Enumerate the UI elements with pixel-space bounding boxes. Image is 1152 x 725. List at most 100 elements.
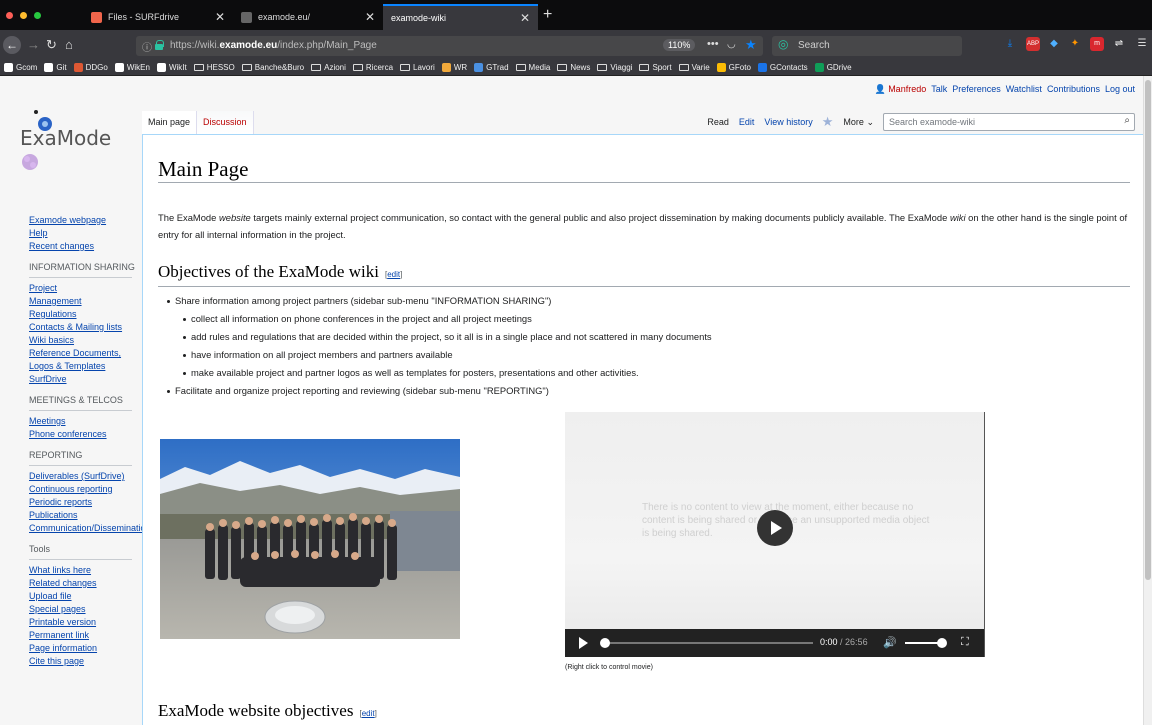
sidebar-item[interactable]: Upload file [0, 590, 140, 603]
progress-track[interactable] [603, 642, 813, 644]
pocket-icon[interactable]: ◡ [727, 39, 736, 50]
reload-button[interactable]: ↻ [46, 30, 57, 60]
scrollbar-thumb[interactable] [1145, 80, 1151, 580]
sidebar-item[interactable]: Deliverables (SurfDrive) [0, 470, 140, 483]
bookmark-lavori[interactable]: Lavori [400, 63, 435, 72]
fullscreen-icon[interactable]: ⛶ [961, 636, 969, 649]
preferences-link[interactable]: Preferences [952, 84, 1001, 95]
sidebar-item[interactable]: Recent changes [0, 240, 140, 253]
search-icon[interactable]: ⌕ [1124, 115, 1130, 126]
sidebar-item[interactable]: Communication/Dissemination [0, 522, 151, 535]
bookmark-gcom[interactable]: Gcom [4, 63, 37, 72]
watch-star-icon[interactable]: ★ [818, 114, 838, 130]
sidebar-item[interactable]: SurfDrive [0, 373, 140, 386]
sidebar-item[interactable]: Printable version [0, 616, 140, 629]
video-player[interactable]: There is no content to view at the momen… [565, 412, 985, 657]
sidebar-item[interactable]: Management [0, 295, 140, 308]
bookmark-viaggi[interactable]: Viaggi [597, 63, 632, 72]
examode-logo[interactable]: ExaMode [8, 104, 132, 174]
forward-button[interactable]: → [27, 30, 40, 60]
progress-handle[interactable] [600, 638, 610, 648]
bookmark-azioni[interactable]: Azioni [311, 63, 346, 72]
tab-main-page[interactable]: Main page [142, 111, 198, 134]
sidebar-item[interactable]: Page information [0, 642, 140, 655]
tab-discussion[interactable]: Discussion [197, 111, 254, 134]
sidebar-item[interactable]: Help [0, 227, 140, 240]
sidebar-item[interactable]: Examode webpage [0, 214, 140, 227]
close-tab-icon[interactable]: ✕ [215, 10, 225, 24]
close-window-button[interactable] [6, 12, 13, 19]
sidebar-item[interactable]: Related changes [0, 577, 140, 590]
page-scrollbar[interactable] [1143, 76, 1152, 725]
browser-search-bar[interactable]: ◎ Search [772, 36, 962, 56]
watchlist-link[interactable]: Watchlist [1006, 84, 1042, 95]
tab-view-history[interactable]: View history [759, 117, 817, 127]
bookmark-gdrive[interactable]: GDrive [814, 63, 852, 72]
page-actions-icon[interactable]: ••• [707, 38, 719, 50]
close-tab-icon[interactable]: ✕ [520, 11, 530, 25]
privacy-badger-icon[interactable]: ◆ [1047, 37, 1061, 51]
bookmark-sport[interactable]: Sport [639, 63, 672, 72]
browser-tab-examode-wiki[interactable]: examode-wiki ✕ [383, 4, 538, 30]
sidebar-item[interactable]: Cite this page [0, 655, 140, 668]
play-button[interactable] [579, 637, 588, 649]
sidebar-item[interactable]: What links here [0, 564, 140, 577]
bookmark-gtrad[interactable]: GTrad [474, 63, 509, 72]
minimize-window-button[interactable] [20, 12, 27, 19]
sidebar-item[interactable]: Permanent link [0, 629, 140, 642]
contributions-link[interactable]: Contributions [1047, 84, 1100, 95]
sidebar-item[interactable]: Phone conferences [0, 428, 140, 441]
bookmark-gcontacts[interactable]: GContacts [757, 63, 808, 72]
bookmark-ricerca[interactable]: Ricerca [352, 63, 393, 72]
downloads-icon[interactable]: ⤓ [1003, 37, 1017, 51]
bookmark-git[interactable]: Git [44, 63, 67, 72]
bookmark-ddgo[interactable]: DDGo [73, 63, 108, 72]
group-photo[interactable] [160, 439, 460, 639]
sidebar-item[interactable]: Publications [0, 509, 140, 522]
bookmark-gfoto[interactable]: GFoto [716, 63, 751, 72]
maximize-window-button[interactable] [34, 12, 41, 19]
bookmark-wiken[interactable]: WikEn [114, 63, 150, 72]
bookmark-varie[interactable]: Varie [678, 63, 710, 72]
menu-hamburger-icon[interactable]: ☰ [1135, 37, 1149, 51]
browser-tab-surfdrive[interactable]: Files - SURFdrive ✕ [83, 4, 233, 30]
edit-section-link[interactable]: [edit] [359, 709, 376, 718]
sidebar-item[interactable]: Periodic reports [0, 496, 140, 509]
volume-icon[interactable]: 🔊 [883, 636, 897, 649]
bookmark-wikit[interactable]: WikIt [156, 63, 187, 72]
tab-edit[interactable]: Edit [734, 117, 760, 127]
user-link[interactable]: 👤 Manfredo [874, 84, 926, 95]
toggle-extension-icon[interactable]: ⇌ [1112, 37, 1126, 51]
edit-link-text[interactable]: edit [362, 709, 375, 718]
bookmark-star-icon[interactable]: ★ [745, 37, 757, 53]
new-tab-button[interactable]: + [543, 5, 552, 25]
sidebar-item[interactable]: Regulations [0, 308, 140, 321]
sidebar-item[interactable]: Special pages [0, 603, 140, 616]
sidebar-item[interactable]: Meetings [0, 415, 140, 428]
bookmark-media[interactable]: Media [515, 63, 550, 72]
edit-link-text[interactable]: edit [387, 270, 400, 279]
sidebar-item[interactable]: Wiki basics [0, 334, 140, 347]
volume-handle[interactable] [937, 638, 947, 648]
close-tab-icon[interactable]: ✕ [365, 10, 375, 24]
back-button[interactable]: ← [3, 36, 21, 54]
bookmark-wr[interactable]: WR [441, 63, 467, 72]
browser-tab-examode[interactable]: examode.eu/ ✕ [233, 4, 383, 30]
logout-link[interactable]: Log out [1105, 84, 1135, 95]
address-bar[interactable]: ⓘ https://wiki.examode.eu/index.php/Main… [136, 36, 763, 56]
play-overlay-button[interactable] [757, 510, 793, 546]
bookmark-news[interactable]: News [557, 63, 590, 72]
more-menu[interactable]: More ⌄ [837, 117, 880, 128]
zoom-level-badge[interactable]: 110% [663, 39, 696, 51]
firefox-monitor-icon[interactable]: ✦ [1068, 37, 1082, 51]
bookmark-hesso[interactable]: HESSO [193, 63, 235, 72]
bookmark-banche-buro[interactable]: Banche&Buro [241, 63, 304, 72]
info-icon[interactable]: ⓘ [142, 39, 152, 54]
tab-read[interactable]: Read [702, 117, 734, 127]
home-button[interactable]: ⌂ [65, 30, 73, 60]
adblock-icon[interactable]: ABP [1026, 37, 1040, 51]
sidebar-item[interactable]: Continuous reporting [0, 483, 140, 496]
edit-section-link[interactable]: [edit] [385, 270, 402, 279]
url-text[interactable]: https://wiki.examode.eu/index.php/Main_P… [170, 40, 377, 51]
sidebar-item[interactable]: Reference Documents, Logos & Templates [0, 347, 140, 373]
